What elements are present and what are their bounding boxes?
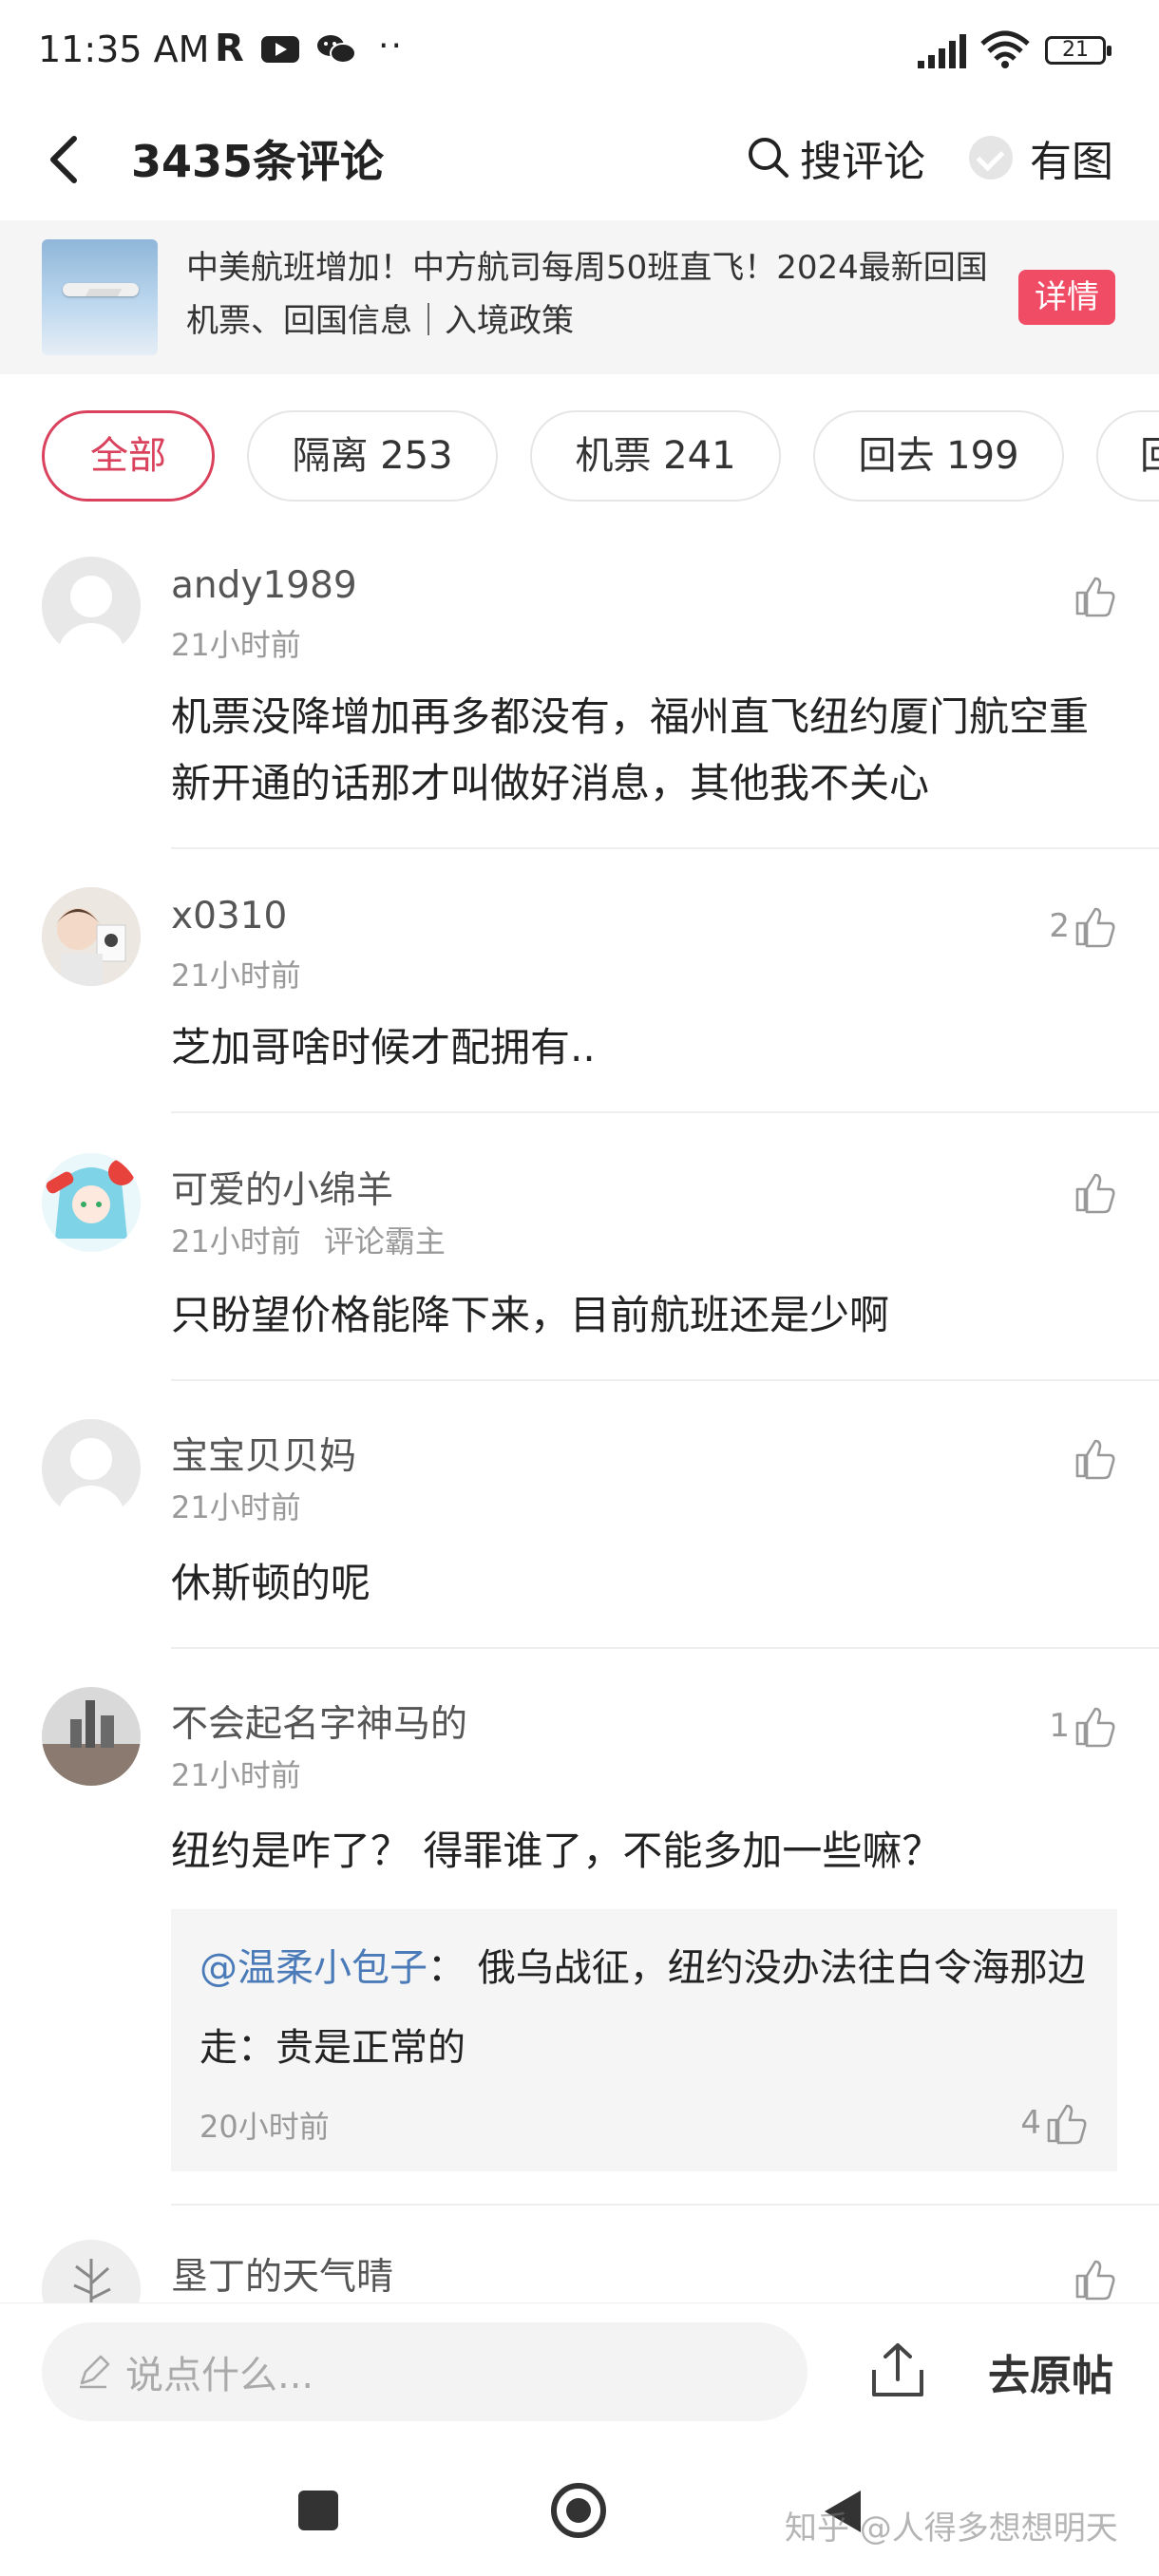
comment-time: 21小时前	[171, 957, 301, 994]
goto-original-post-button[interactable]: 去原帖	[988, 2341, 1113, 2402]
comment-text: 芝加哥啥时候才配拥有..	[171, 1024, 596, 1070]
status-time: 11:35 AM	[38, 28, 210, 70]
comment-text: 纽约是咋了？ 得罪谁了，不能多加一些嘛？	[171, 1828, 942, 1874]
comment-time: 21小时前	[171, 1223, 301, 1260]
more-dots: ··	[378, 27, 404, 66]
comment-username[interactable]: 宝宝贝贝妈	[171, 1427, 356, 1480]
reply-mention[interactable]: @温柔小包子	[200, 1946, 428, 1990]
thumbs-up-icon	[1047, 2104, 1087, 2145]
comment-username[interactable]: 垦丁的天气晴	[171, 2247, 393, 2301]
watermark: 知乎 @人得多想想明天	[785, 2510, 1118, 2548]
recent-apps-icon[interactable]	[298, 2491, 338, 2530]
signal-icon	[918, 34, 966, 68]
like-button[interactable]	[1074, 572, 1117, 619]
wechat-icon	[317, 35, 356, 64]
banner-text: 中美航班增加！中方航司每周50班直飞！2024最新回国机票、回国信息｜入境政策	[186, 249, 988, 340]
user-badge: 评论霸主	[323, 1223, 446, 1260]
like-button[interactable]: 1	[1049, 1702, 1117, 1750]
thumbs-up-icon	[1075, 1439, 1115, 1480]
check-circle-icon	[969, 136, 1013, 180]
comment-time: 21小时前	[171, 1757, 301, 1793]
thumbs-up-icon	[1075, 907, 1115, 948]
comment-username[interactable]: x0310	[171, 895, 287, 938]
avatar[interactable]	[42, 1687, 141, 1786]
youtube-icon	[261, 36, 299, 63]
divider	[171, 1647, 1159, 1649]
like-count: 2	[1049, 907, 1070, 945]
divider	[171, 847, 1159, 849]
filter-chip-all[interactable]: 全部	[42, 410, 215, 502]
comment-time: 21小时前	[171, 627, 301, 663]
avatar[interactable]	[42, 1419, 141, 1518]
thumbs-up-icon	[1075, 2260, 1115, 2301]
thumbs-up-icon	[1075, 577, 1115, 617]
reply-time: 20小时前	[200, 2109, 330, 2145]
like-button[interactable]: 2	[1049, 902, 1117, 950]
filter-chip-return[interactable]: 回去 199	[813, 410, 1064, 502]
with-image-label: 有图	[1030, 138, 1113, 186]
avatar[interactable]	[42, 887, 141, 986]
comment-input[interactable]: 说点什么...	[42, 2322, 808, 2421]
with-image-toggle[interactable]: 有图	[969, 127, 1113, 188]
comment-text: 只盼望价格能降下来，目前航班还是少啊	[171, 1292, 890, 1338]
avatar[interactable]	[42, 557, 141, 655]
status-bar: 11:35 AM R ·· 21	[0, 0, 1159, 99]
search-comments-button[interactable]: 搜评论	[747, 127, 925, 188]
system-nav-bar: 知乎 @人得多想想明天	[0, 2445, 1159, 2576]
filter-chips: 全部 隔离 253 机票 241 回去 199 回	[0, 374, 1159, 536]
airplane-thumbnail	[42, 239, 158, 355]
filter-chip-quarantine[interactable]: 隔离 253	[247, 410, 498, 502]
reply-content: @温柔小包子： 俄乌战征，纽约没办法往白令海那边走：贵是正常的	[200, 1928, 1092, 2088]
comment-time: 21小时前	[171, 1489, 301, 1525]
pencil-icon	[80, 2355, 110, 2389]
search-comments-label: 搜评论	[800, 138, 925, 186]
avatar[interactable]	[42, 1153, 141, 1252]
wifi-icon	[980, 30, 1030, 68]
thumbs-up-icon	[1075, 1173, 1115, 1214]
like-button[interactable]	[1074, 2255, 1117, 2302]
back-arrow-icon[interactable]	[42, 129, 89, 190]
filter-chip-more[interactable]: 回	[1096, 410, 1159, 502]
reply-like-count: 4	[1020, 2104, 1041, 2142]
divider	[171, 1379, 1159, 1381]
reply-like-button[interactable]: 4	[1020, 2099, 1089, 2147]
search-icon	[749, 138, 788, 178]
thumbs-up-icon	[1075, 1707, 1115, 1748]
promo-banner[interactable]: 中美航班增加！中方航司每周50班直飞！2024最新回国机票、回国信息｜入境政策 …	[0, 220, 1159, 374]
comment-text: 机票没降增加再多都没有，福州直飞纽约厦门航空重新开通的话那才叫做好消息，其他我不…	[171, 693, 1090, 806]
comment-username[interactable]: 可爱的小绵羊	[171, 1161, 393, 1214]
bottom-bar: 说点什么... 去原帖	[0, 2302, 1159, 2446]
comment-username[interactable]: andy1989	[171, 564, 357, 607]
like-count: 1	[1049, 1707, 1070, 1745]
comment-text: 休斯顿的呢	[171, 1560, 371, 1606]
header: 3435条评论 搜评论 有图	[0, 99, 1159, 220]
like-button[interactable]	[1074, 1434, 1117, 1482]
filter-chip-tickets[interactable]: 机票 241	[530, 410, 781, 502]
page-title: 3435条评论	[131, 136, 385, 187]
divider	[171, 1111, 1159, 1113]
like-button[interactable]	[1074, 1168, 1117, 1216]
details-button[interactable]: 详情	[1018, 270, 1115, 325]
divider	[171, 2204, 1159, 2206]
comment-time-row: 21小时前 评论霸主	[171, 1218, 446, 1261]
share-icon[interactable]	[864, 2338, 931, 2404]
home-icon[interactable]	[551, 2483, 606, 2538]
battery-icon: 21	[1045, 36, 1112, 65]
comment-username[interactable]: 不会起名字神马的	[171, 1695, 467, 1748]
comment-input-placeholder: 说点什么...	[125, 2354, 314, 2397]
reply-box[interactable]: @温柔小包子： 俄乌战征，纽约没办法往白令海那边走：贵是正常的 20小时前 4	[171, 1909, 1117, 2171]
r-app-icon: R	[215, 27, 244, 70]
